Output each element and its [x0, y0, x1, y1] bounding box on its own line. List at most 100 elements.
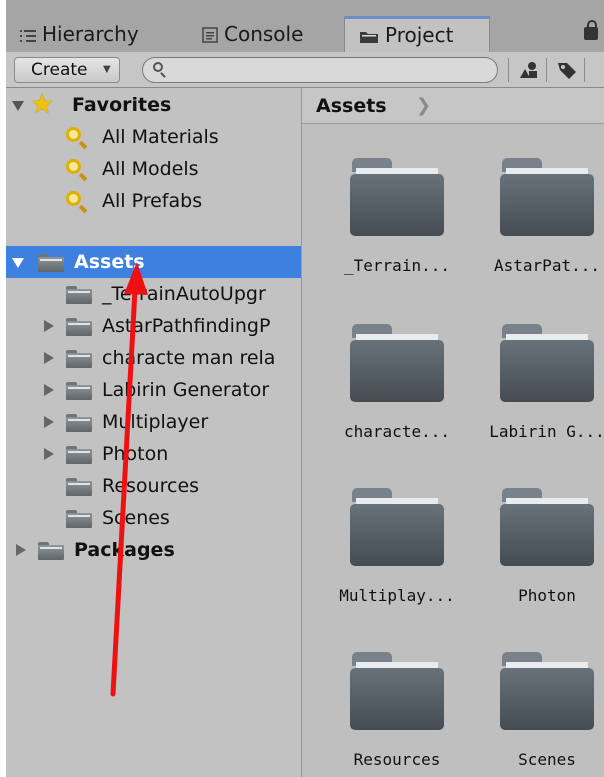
tab-console[interactable]: Console [202, 16, 303, 52]
folder-icon [500, 324, 594, 402]
folder-icon [500, 158, 594, 236]
filter-by-label-icon[interactable] [556, 60, 578, 80]
star-icon: ★ [30, 89, 55, 120]
assets-row[interactable]: Assets [6, 246, 301, 278]
lock-icon[interactable] [584, 20, 598, 40]
favorites-row[interactable]: ★ Favorites [6, 89, 301, 121]
foldout-collapsed-icon[interactable] [44, 384, 54, 396]
asset-folder-item[interactable]: Labirin G... [474, 324, 604, 474]
filter-by-type-icon[interactable] [518, 60, 540, 80]
asset-folder-label: characte... [344, 422, 450, 441]
tab-project-label: Project [385, 23, 454, 47]
asset-folder-item[interactable]: Photon [474, 488, 604, 638]
tree-folder-label: Resources [102, 475, 200, 497]
asset-grid-pane: Assets ❯ _Terrain... AstarPat... charact… [302, 88, 604, 777]
favorite-item-label: All Prefabs [102, 190, 203, 212]
folder-icon [500, 652, 594, 730]
tab-project[interactable]: Project [344, 16, 490, 52]
project-tree-pane: ★ Favorites All Materials All Models All… [6, 88, 302, 777]
foldout-collapsed-icon[interactable] [44, 320, 54, 332]
foldout-expanded-icon[interactable] [12, 101, 24, 111]
asset-folder-item[interactable]: AstarPat... [474, 158, 604, 308]
foldout-collapsed-icon[interactable] [44, 352, 54, 364]
asset-folder-label: Labirin G... [489, 422, 604, 441]
tree-folder-row[interactable]: Scenes [6, 502, 301, 534]
asset-folder-label: Multiplay... [339, 586, 455, 605]
asset-folder-label: _Terrain... [344, 256, 450, 275]
folder-icon [350, 158, 444, 236]
project-toolbar: Create ▼ [6, 52, 604, 88]
folder-icon [38, 542, 64, 560]
asset-folder-label: Scenes [518, 750, 576, 769]
breadcrumb-assets[interactable]: Assets [316, 88, 387, 124]
search-filter-icon [66, 159, 81, 174]
folder-icon [66, 478, 92, 496]
hierarchy-icon [20, 18, 36, 54]
asset-folder-item[interactable]: Scenes [474, 652, 604, 777]
folder-icon [359, 21, 379, 53]
favorite-item-label: All Models [102, 158, 199, 180]
tree-folder-label: characte man rela [102, 347, 276, 369]
tab-hierarchy-label: Hierarchy [42, 22, 139, 46]
breadcrumb: Assets ❯ [302, 88, 604, 124]
search-icon [153, 62, 163, 72]
assets-label: Assets [74, 251, 145, 273]
tree-folder-label: Multiplayer [102, 411, 209, 433]
favorites-label: Favorites [72, 94, 172, 116]
tree-folder-row[interactable]: AstarPathfindingP [6, 310, 301, 342]
foldout-collapsed-icon[interactable] [44, 448, 54, 460]
folder-icon [66, 510, 92, 528]
foldout-expanded-icon[interactable] [12, 258, 24, 268]
folder-icon [66, 350, 92, 368]
tab-strip: Hierarchy Console Project [6, 0, 604, 52]
tree-folder-row[interactable]: _TerrainAutoUpgr [6, 278, 301, 310]
toolbar-divider [508, 58, 509, 82]
favorite-item[interactable]: All Prefabs [6, 185, 301, 217]
search-field[interactable] [142, 57, 498, 83]
asset-folder-item[interactable]: _Terrain... [324, 158, 464, 308]
folder-icon [66, 382, 92, 400]
tree-folder-row[interactable]: Labirin Generator [6, 374, 301, 406]
chevron-right-icon: ❯ [416, 95, 432, 116]
folder-icon [350, 488, 444, 566]
asset-folder-label: AstarPat... [494, 256, 600, 275]
favorite-item[interactable]: All Materials [6, 121, 301, 153]
asset-folder-label: Photon [518, 586, 576, 605]
create-dropdown-button[interactable]: Create ▼ [14, 57, 120, 83]
folder-icon [350, 652, 444, 730]
toolbar-divider [584, 58, 585, 82]
search-filter-icon [66, 191, 81, 206]
asset-folder-item[interactable]: Multiplay... [324, 488, 464, 638]
asset-folder-item[interactable]: Resources [324, 652, 464, 777]
tab-hierarchy[interactable]: Hierarchy [20, 16, 139, 52]
asset-folder-item[interactable]: characte... [324, 324, 464, 474]
unity-project-window: Hierarchy Console Project Create ▼ ★ Fav… [6, 0, 604, 777]
search-filter-icon [66, 127, 81, 142]
folder-icon [350, 324, 444, 402]
tree-folder-row[interactable]: Resources [6, 470, 301, 502]
foldout-collapsed-icon[interactable] [16, 544, 26, 556]
packages-label: Packages [74, 539, 175, 561]
tab-console-label: Console [224, 22, 304, 46]
console-icon [202, 18, 218, 54]
folder-icon [66, 414, 92, 432]
asset-folder-label: Resources [353, 750, 441, 769]
create-button-label: Create [31, 60, 88, 80]
dropdown-caret-icon: ▼ [103, 64, 111, 75]
folder-icon [38, 254, 64, 272]
packages-row[interactable]: Packages [6, 534, 301, 566]
folder-icon [66, 446, 92, 464]
tree-folder-label: AstarPathfindingP [102, 315, 271, 337]
tree-folder-label: Labirin Generator [102, 379, 270, 401]
foldout-collapsed-icon[interactable] [44, 416, 54, 428]
tree-folder-label: Scenes [102, 507, 170, 529]
folder-icon [66, 286, 92, 304]
folder-icon [66, 318, 92, 336]
favorite-item[interactable]: All Models [6, 153, 301, 185]
tree-folder-row[interactable]: Photon [6, 438, 301, 470]
toolbar-divider [546, 58, 547, 82]
tree-folder-row[interactable]: characte man rela [6, 342, 301, 374]
tree-folder-row[interactable]: Multiplayer [6, 406, 301, 438]
tree-folder-label: _TerrainAutoUpgr [102, 283, 266, 305]
tree-folder-label: Photon [102, 443, 169, 465]
